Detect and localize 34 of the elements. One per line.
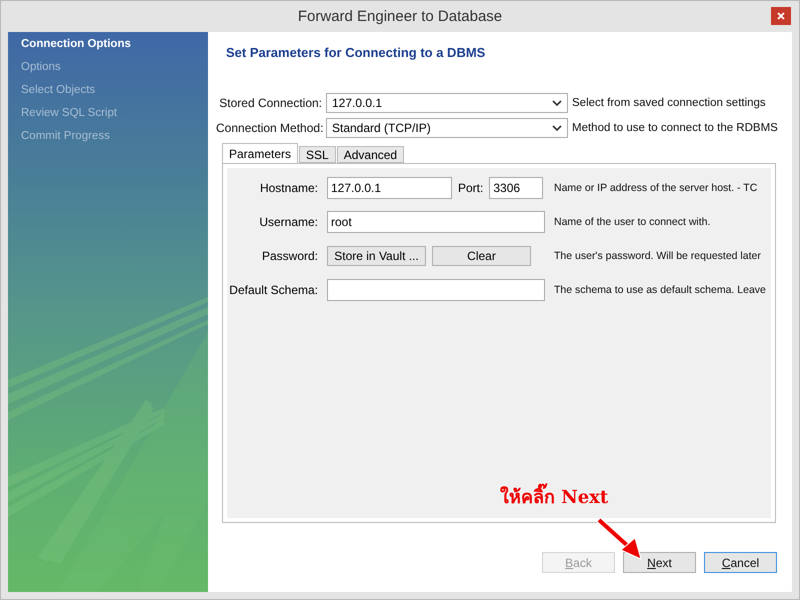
tab[interactable]: Parameters — [222, 143, 298, 163]
chevron-down-icon — [552, 100, 562, 106]
field-label: Password: — [260, 249, 318, 263]
close-icon — [777, 12, 785, 20]
page-heading: Set Parameters for Connecting to a DBMS — [226, 45, 486, 60]
chevron-down-icon — [552, 124, 562, 132]
input-field[interactable]: root — [327, 211, 545, 233]
button[interactable]: Clear — [432, 246, 531, 266]
dialog-button[interactable]: Cancel — [704, 552, 777, 573]
tab[interactable]: SSL — [299, 146, 336, 163]
field-description: Select from saved connection settings — [572, 97, 767, 109]
sidebar-item[interactable]: Connection Options — [21, 38, 131, 50]
field-description: Name of the user to connect with. — [554, 216, 712, 228]
window-title: Forward Engineer to Database — [298, 8, 502, 25]
field-label: Connection Method: — [216, 121, 322, 135]
field-label: Username: — [258, 215, 318, 229]
annotation-text: ให้คลิ๊ก Next — [500, 482, 608, 511]
dropdown-field[interactable]: Standard (TCP/IP) — [326, 118, 568, 138]
dropdown-field[interactable]: 127.0.0.1 — [326, 93, 568, 113]
field-label: Stored Connection: — [218, 96, 322, 110]
field-label: Hostname: — [258, 181, 318, 195]
field-description: Method to use to connect to the RDBMS — [572, 122, 779, 134]
input-field[interactable] — [327, 279, 545, 301]
button[interactable]: Store in Vault ... — [327, 246, 426, 266]
input-field[interactable]: 127.0.0.1 — [327, 177, 452, 199]
field-description: The user's password. Will be requested later — [554, 250, 762, 262]
field-description: Name or IP address of the server host. - TC — [554, 182, 758, 194]
tab[interactable]: Advanced — [336, 146, 404, 163]
field-label: Default Schema: — [228, 283, 318, 297]
close-button[interactable] — [771, 7, 791, 25]
field-description: The schema to use as default schema. Leave — [554, 284, 767, 296]
field-label: Port: — [458, 181, 484, 195]
dialog-button[interactable]: Next — [623, 552, 696, 573]
input-field[interactable]: 3306 — [489, 177, 544, 199]
